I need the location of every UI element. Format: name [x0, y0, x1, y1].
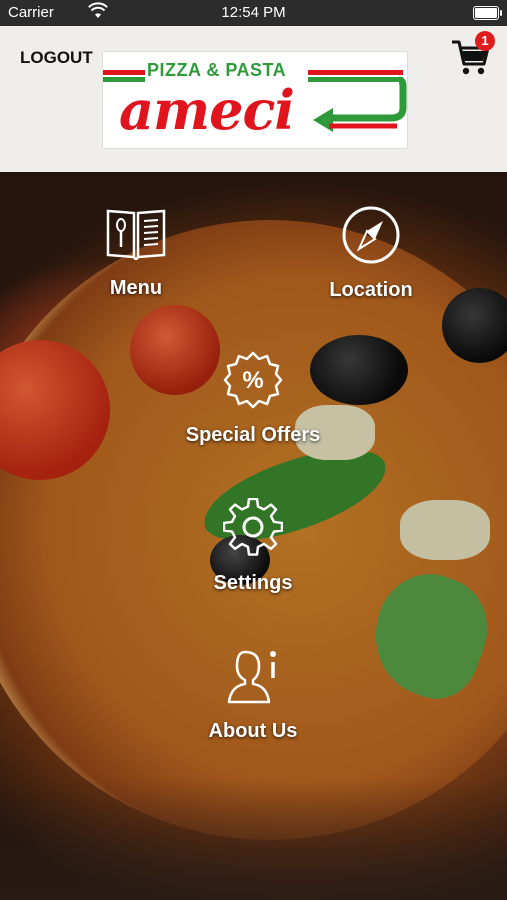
percent-badge-icon: %	[223, 351, 283, 409]
special-offers-tile[interactable]: % Special Offers	[173, 350, 333, 447]
menu-tile[interactable]: Menu	[76, 205, 196, 300]
menu-label: Menu	[109, 277, 163, 299]
about-us-label: About Us	[208, 720, 298, 742]
location-tile[interactable]: Location	[311, 205, 431, 302]
app-header: Carrier 12:54 PM LOGOUT PIZZA & PASTA am…	[0, 0, 507, 172]
logo-stripe	[103, 70, 145, 75]
brand-logo: PIZZA & PASTA ameci	[102, 51, 408, 149]
svg-text:%: %	[242, 367, 263, 394]
settings-tile[interactable]: Settings	[193, 498, 313, 595]
about-us-tile[interactable]: About Us	[193, 646, 313, 743]
menu-book-icon	[106, 209, 166, 261]
status-bar: Carrier 12:54 PM	[0, 0, 507, 26]
gear-icon	[223, 498, 283, 556]
wood-table-background	[0, 780, 507, 900]
user-info-icon	[227, 650, 276, 704]
cart-count-badge: 1	[475, 31, 495, 51]
logo-arrow	[313, 76, 407, 132]
logout-button[interactable]: LOGOUT	[20, 48, 93, 68]
battery-icon	[473, 6, 502, 20]
special-offers-label: Special Offers	[185, 424, 321, 446]
settings-label: Settings	[213, 572, 293, 594]
status-time: 12:54 PM	[221, 4, 286, 21]
compass-icon	[342, 206, 400, 264]
home-screen: Carrier 12:54 PM LOGOUT PIZZA & PASTA am…	[0, 0, 507, 900]
logo-brand: ameci	[119, 78, 295, 142]
location-label: Location	[329, 279, 413, 301]
